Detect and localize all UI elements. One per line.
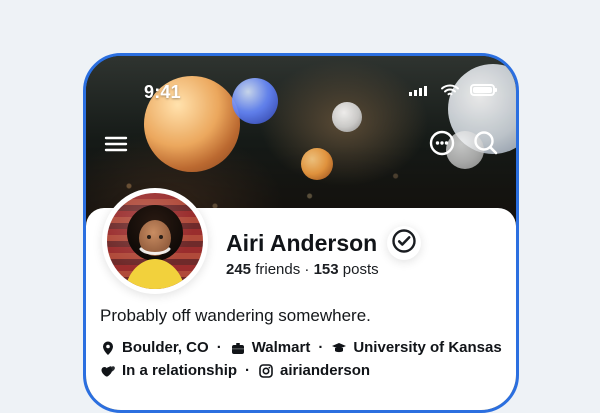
more-icon (427, 128, 457, 163)
details-separator-2: · (318, 339, 324, 356)
status-time: 9:41 (144, 82, 181, 102)
work-text: Walmart (251, 339, 311, 356)
status-icons (408, 83, 498, 102)
wifi-icon (440, 83, 460, 102)
profile-bio: Probably off wandering somewhere. (100, 306, 371, 325)
graduation-cap-icon (331, 340, 347, 356)
details-separator: · (216, 339, 222, 356)
location-text: Boulder, CO (122, 339, 209, 356)
phone-frame: 9:41 Airi Anderson 245 friends · 153 pos… (83, 53, 519, 413)
verified-check-icon (391, 228, 417, 259)
posts-label: posts (342, 261, 379, 278)
avatar-photo (107, 193, 203, 289)
hearts-icon (100, 363, 116, 379)
friends-label: friends (255, 261, 301, 278)
avatar-illustration (125, 205, 185, 289)
cover-planet-moon (332, 102, 362, 132)
details-separator-3: · (245, 362, 251, 379)
stats-separator: · (304, 261, 314, 278)
profile-details-row-2: In a relationship · airianderson (100, 362, 370, 379)
verified-badge (387, 226, 422, 260)
profile-header: Airi Anderson (226, 226, 422, 260)
education-text: University of Kansas (353, 339, 502, 356)
more-button[interactable] (427, 128, 457, 158)
search-button[interactable] (471, 128, 501, 158)
cover-planet-neptune (232, 78, 278, 124)
profile-stats: 245 friends · 153 posts (226, 261, 379, 278)
instagram-icon (258, 363, 274, 379)
location-pin-icon (100, 340, 116, 356)
topbar-actions (427, 128, 501, 158)
relationship-text: In a relationship (122, 362, 238, 379)
profile-name: Airi Anderson (226, 229, 378, 256)
profile-details-row-1: Boulder, CO · Walmart · University of Ka… (100, 339, 502, 356)
menu-icon (103, 134, 129, 159)
search-icon (471, 128, 501, 163)
posts-count: 153 (313, 261, 339, 278)
briefcase-icon (230, 340, 246, 356)
battery-icon (470, 83, 498, 102)
instagram-handle: airianderson (280, 362, 371, 379)
friends-count: 245 (226, 261, 252, 278)
avatar[interactable] (102, 188, 208, 294)
menu-button[interactable] (101, 131, 131, 161)
cover-planet-mars (301, 148, 333, 180)
cell-signal-icon (408, 83, 430, 102)
